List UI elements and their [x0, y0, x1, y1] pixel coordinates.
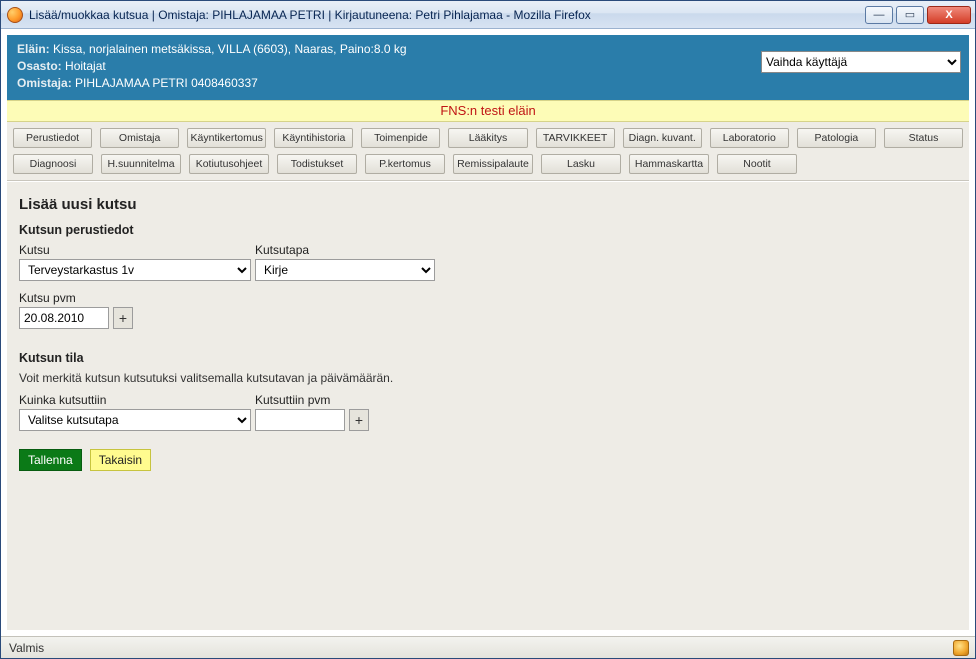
owner-row: Omistaja: PIHLAJAMAA PETRI 0408460337	[17, 75, 959, 92]
animal-value: Kissa, norjalainen metsäkissa, VILLA (66…	[53, 42, 407, 56]
menubar-row-2: Diagnoosi H.suunnitelma Kotiutusohjeet T…	[13, 154, 963, 174]
kutsutapa-select[interactable]: Kirje	[255, 259, 435, 281]
menu-todistukset[interactable]: Todistukset	[277, 154, 357, 174]
kpvm-label: Kutsu pvm	[19, 291, 957, 305]
dept-label: Osasto:	[17, 59, 62, 73]
kpvm-row: +	[19, 307, 957, 329]
action-buttons: Tallenna Takaisin	[19, 449, 957, 471]
user-switch-select[interactable]: Vaihda käyttäjä	[761, 51, 961, 73]
form-area: Lisää uusi kutsu Kutsun perustiedot Kuts…	[7, 181, 969, 630]
field-kutsu: Kutsu Terveystarkastus 1v	[19, 243, 251, 281]
menu-laakitys[interactable]: Lääkitys	[448, 128, 527, 148]
menu-tarvikkeet[interactable]: TARVIKKEET	[536, 128, 615, 148]
menu-remissipalaute[interactable]: Remissipalaute	[453, 154, 533, 174]
how-label: Kuinka kutsuttiin	[19, 393, 251, 407]
when-label: Kutsuttiin pvm	[255, 393, 369, 407]
page-title: Lisää uusi kutsu	[19, 196, 957, 213]
owner-label: Omistaja:	[17, 76, 72, 90]
when-plus-button[interactable]: +	[349, 409, 369, 431]
kutsutapa-label: Kutsutapa	[255, 243, 435, 257]
row-how-when: Kuinka kutsuttiin Valitse kutsutapa Kuts…	[19, 393, 957, 431]
menu-kayntikertomus[interactable]: Käyntikertomus	[187, 128, 266, 148]
window-buttons: — ▭ X	[865, 6, 971, 24]
titlebar: Lisää/muokkaa kutsua | Omistaja: PIHLAJA…	[1, 1, 975, 29]
how-select[interactable]: Valitse kutsutapa	[19, 409, 251, 431]
owner-value: PIHLAJAMAA PETRI 0408460337	[75, 76, 258, 90]
menu-toimenpide[interactable]: Toimenpide	[361, 128, 440, 148]
when-row: +	[255, 409, 369, 431]
menu-omistaja[interactable]: Omistaja	[100, 128, 179, 148]
menu-pkertomus[interactable]: P.kertomus	[365, 154, 445, 174]
animal-label: Eläin:	[17, 42, 50, 56]
kutsu-select[interactable]: Terveystarkastus 1v	[19, 259, 251, 281]
menu-hammaskartta[interactable]: Hammaskartta	[629, 154, 709, 174]
field-kutsutapa: Kutsutapa Kirje	[255, 243, 435, 281]
info-header: Eläin: Kissa, norjalainen metsäkissa, VI…	[7, 35, 969, 100]
menubar-row-1: Perustiedot Omistaja Käyntikertomus Käyn…	[13, 128, 963, 148]
field-when: Kutsuttiin pvm +	[255, 393, 369, 431]
user-switch: Vaihda käyttäjä	[761, 51, 961, 73]
help-text: Voit merkitä kutsun kutsutuksi valitsema…	[19, 371, 957, 385]
firefox-icon	[7, 7, 23, 23]
menubar: Perustiedot Omistaja Käyntikertomus Käyn…	[7, 122, 969, 181]
minimize-button[interactable]: —	[865, 6, 893, 24]
window-title: Lisää/muokkaa kutsua | Omistaja: PIHLAJA…	[29, 8, 865, 22]
save-button[interactable]: Tallenna	[19, 449, 82, 471]
dept-value: Hoitajat	[65, 59, 106, 73]
menu-nootit[interactable]: Nootit	[717, 154, 797, 174]
menu-diagnoosi[interactable]: Diagnoosi	[13, 154, 93, 174]
field-how: Kuinka kutsuttiin Valitse kutsutapa	[19, 393, 251, 431]
test-banner: FNS:n testi eläin	[7, 100, 969, 122]
menu-hsuunnitelma[interactable]: H.suunnitelma	[101, 154, 181, 174]
close-button[interactable]: X	[927, 6, 971, 24]
security-icon	[953, 640, 969, 656]
menu-diag-kuvant[interactable]: Diagn. kuvant.	[623, 128, 702, 148]
section-tila: Kutsun tila	[19, 351, 957, 365]
menu-kayntihistoria[interactable]: Käyntihistoria	[274, 128, 353, 148]
content-area: Eläin: Kissa, norjalainen metsäkissa, VI…	[1, 29, 975, 636]
menu-kotiutusohjeet[interactable]: Kotiutusohjeet	[189, 154, 269, 174]
when-input[interactable]	[255, 409, 345, 431]
back-button[interactable]: Takaisin	[90, 449, 151, 471]
menu-patologia[interactable]: Patologia	[797, 128, 876, 148]
maximize-button[interactable]: ▭	[896, 6, 924, 24]
kutsu-label: Kutsu	[19, 243, 251, 257]
kpvm-input[interactable]	[19, 307, 109, 329]
app-window: Lisää/muokkaa kutsua | Omistaja: PIHLAJA…	[0, 0, 976, 659]
statusbar: Valmis	[1, 636, 975, 658]
section-perustiedot: Kutsun perustiedot	[19, 223, 957, 237]
kpvm-plus-button[interactable]: +	[113, 307, 133, 329]
menu-lasku[interactable]: Lasku	[541, 154, 621, 174]
menu-laboratorio[interactable]: Laboratorio	[710, 128, 789, 148]
status-text: Valmis	[9, 641, 44, 655]
menu-status[interactable]: Status	[884, 128, 963, 148]
field-kpvm: Kutsu pvm +	[19, 291, 957, 329]
menu-perustiedot[interactable]: Perustiedot	[13, 128, 92, 148]
row-kutsu-kutsutapa: Kutsu Terveystarkastus 1v Kutsutapa Kirj…	[19, 243, 957, 281]
